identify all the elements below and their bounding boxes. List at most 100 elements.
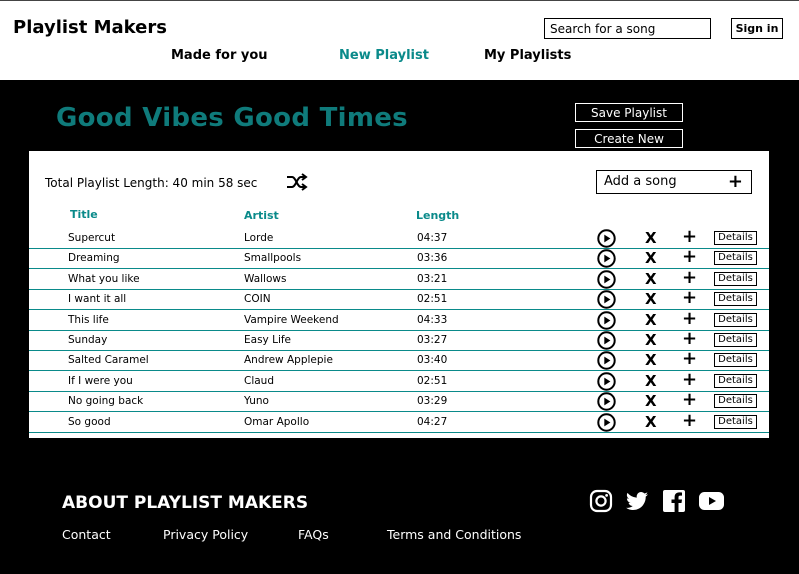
add-song-button[interactable]: Add a song + [596, 170, 752, 194]
column-header-length[interactable]: Length [416, 209, 459, 222]
add-to-playlist-button[interactable]: + [682, 247, 697, 267]
play-icon[interactable] [597, 412, 616, 432]
add-to-playlist-button[interactable]: + [682, 369, 697, 390]
details-button[interactable]: Details [714, 373, 757, 388]
remove-song-button[interactable]: X [645, 392, 657, 411]
song-title: Sunday [68, 334, 108, 346]
play-icon[interactable] [597, 229, 616, 248]
about-heading: ABOUT PLAYLIST MAKERS [62, 493, 309, 513]
song-title: Dreaming [68, 252, 120, 265]
table-row[interactable]: Supercut Lorde 04:37 X + Details [29, 227, 769, 249]
song-title: If I were you [68, 374, 133, 387]
table-row[interactable]: Dreaming Smallpools 03:36 X + Details [29, 247, 769, 270]
table-row[interactable]: Sunday Easy Life 03:27 X + Details [29, 329, 769, 351]
song-length: 03:36 [417, 252, 448, 265]
create-new-button[interactable]: Create New [575, 129, 683, 148]
table-row[interactable]: I want it all COIN 02:51 X + Details [29, 288, 769, 311]
column-header-artist[interactable]: Artist [244, 209, 279, 222]
table-row[interactable]: So good Omar Apollo 04:27 X + Details [29, 410, 769, 433]
song-artist: COIN [244, 293, 271, 306]
song-title: So good [68, 415, 111, 428]
nav-my-playlists[interactable]: My Playlists [484, 48, 571, 63]
add-to-playlist-button[interactable]: + [682, 329, 697, 349]
details-button[interactable]: Details [714, 414, 757, 429]
column-header-title[interactable]: Title [70, 208, 98, 221]
search-input[interactable] [544, 18, 711, 39]
add-to-playlist-button[interactable]: + [682, 390, 697, 410]
details-button[interactable]: Details [714, 333, 757, 347]
song-artist: Wallows [244, 272, 287, 285]
remove-song-button[interactable]: X [645, 229, 657, 248]
song-artist: Yuno [244, 395, 269, 408]
footer-link-terms[interactable]: Terms and Conditions [387, 527, 521, 542]
table-row[interactable]: This life Vampire Weekend 04:33 X + Details [29, 308, 769, 331]
song-length: 03:21 [417, 272, 448, 285]
add-song-label: Add a song [604, 174, 677, 189]
play-icon[interactable] [597, 331, 616, 350]
play-icon[interactable] [597, 249, 616, 269]
remove-song-button[interactable]: X [645, 413, 657, 432]
table-row[interactable]: Salted Caramel Andrew Applepie 03:40 X + Deta… [29, 349, 769, 372]
footer-link-faqs[interactable]: FAQs [298, 527, 329, 542]
play-icon[interactable] [597, 351, 616, 371]
remove-song-button[interactable]: X [645, 270, 657, 289]
facebook-icon[interactable] [662, 489, 686, 513]
table-row[interactable]: If I were you Claud 02:51 X + Details [29, 369, 769, 392]
nav-made-for-you[interactable]: Made for you [171, 48, 268, 63]
twitter-icon[interactable] [625, 489, 649, 513]
song-artist: Easy Life [244, 334, 292, 346]
song-length: 03:40 [417, 354, 448, 367]
song-title: What you like [68, 272, 140, 285]
details-button[interactable]: Details [714, 292, 757, 307]
remove-song-button[interactable]: X [645, 290, 657, 309]
add-to-playlist-button[interactable]: + [682, 349, 697, 369]
sign-in-button[interactable]: Sign in [731, 18, 783, 39]
details-button[interactable]: Details [714, 353, 757, 368]
plus-icon: + [727, 171, 743, 192]
instagram-icon[interactable] [589, 489, 613, 513]
song-length: 03:29 [417, 395, 448, 408]
play-icon[interactable] [597, 290, 616, 309]
save-playlist-button[interactable]: Save Playlist [575, 103, 683, 122]
song-length: 03:27 [417, 334, 448, 346]
details-button[interactable]: Details [714, 251, 757, 266]
youtube-icon[interactable] [698, 489, 725, 513]
remove-song-button[interactable]: X [645, 372, 657, 391]
shuffle-icon[interactable] [286, 173, 308, 191]
details-button[interactable]: Details [714, 394, 757, 409]
remove-song-button[interactable]: X [645, 249, 657, 268]
add-to-playlist-button[interactable]: + [682, 308, 697, 329]
song-title: No going back [68, 395, 144, 408]
remove-song-button[interactable]: X [645, 351, 657, 370]
song-length: 02:51 [417, 293, 448, 306]
details-button[interactable]: Details [714, 312, 757, 327]
play-icon[interactable] [597, 392, 616, 411]
song-length: 04:27 [417, 415, 448, 428]
song-artist: Omar Apollo [244, 415, 310, 428]
playlist-title[interactable]: Good Vibes Good Times [56, 103, 408, 133]
add-to-playlist-button[interactable]: + [682, 288, 697, 308]
footer-link-contact[interactable]: Contact [62, 527, 111, 542]
play-icon[interactable] [597, 310, 616, 330]
brand-logo[interactable]: Playlist Makers [13, 17, 167, 38]
add-to-playlist-button[interactable]: + [682, 410, 697, 431]
remove-song-button[interactable]: X [645, 331, 657, 350]
add-to-playlist-button[interactable]: + [682, 227, 697, 247]
song-title: Salted Caramel [68, 354, 149, 367]
details-button[interactable]: Details [714, 271, 757, 286]
remove-song-button[interactable]: X [645, 311, 657, 330]
nav-new-playlist[interactable]: New Playlist [339, 48, 429, 63]
footer-link-privacy[interactable]: Privacy Policy [163, 527, 248, 542]
song-title: Supercut [68, 232, 116, 244]
table-row[interactable]: No going back Yuno 03:29 X + Details [29, 390, 769, 413]
song-artist: Claud [244, 374, 275, 387]
song-length: 04:37 [417, 232, 448, 244]
add-to-playlist-button[interactable]: + [682, 267, 697, 288]
song-length: 04:33 [417, 313, 448, 326]
top-header: Playlist Makers Sign in Made for you New… [0, 0, 799, 80]
table-row[interactable]: What you like Wallows 03:21 X + Details [29, 267, 769, 290]
play-icon[interactable] [597, 270, 616, 289]
play-icon[interactable] [597, 372, 616, 391]
song-artist: Smallpools [244, 252, 302, 265]
details-button[interactable]: Details [714, 231, 757, 245]
